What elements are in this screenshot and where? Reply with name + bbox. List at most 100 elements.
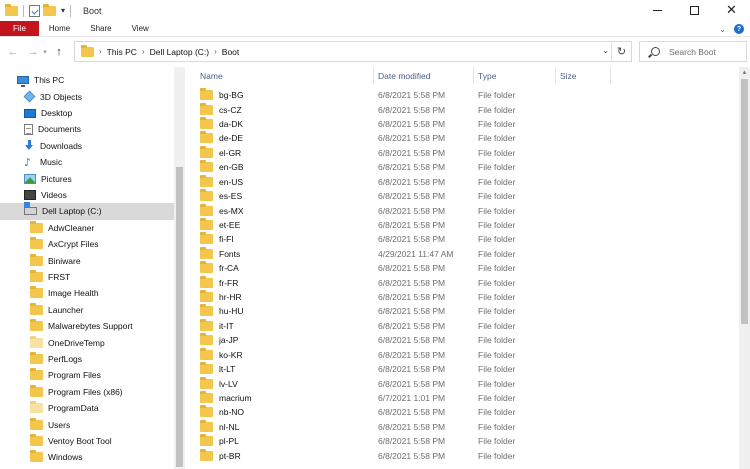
sidebar-item[interactable]: Dell Laptop (C:) bbox=[0, 202, 174, 220]
tab-file[interactable]: File bbox=[0, 21, 39, 36]
file-row[interactable]: es-MX 6/8/2021 5:58 PM File folder bbox=[196, 203, 556, 217]
sidebar-item[interactable]: Launcher bbox=[0, 302, 174, 319]
file-name: de-DE bbox=[200, 131, 243, 145]
folder-icon bbox=[200, 347, 213, 360]
sidebar-item[interactable]: Program Files (x86) bbox=[0, 384, 174, 401]
file-row[interactable]: ja-JP 6/8/2021 5:58 PM File folder bbox=[196, 333, 556, 347]
back-button[interactable]: ← bbox=[6, 42, 20, 62]
column-header-type[interactable]: Type bbox=[473, 67, 555, 84]
column-header-name[interactable]: Name bbox=[195, 67, 373, 84]
file-date: 6/8/2021 5:58 PM bbox=[378, 277, 446, 288]
tab-view[interactable]: View bbox=[122, 21, 159, 36]
sidebar-item[interactable]: FRST bbox=[0, 269, 174, 286]
file-row[interactable]: et-EE 6/8/2021 5:58 PM File folder bbox=[196, 217, 556, 232]
breadcrumb-drive[interactable]: Dell Laptop (C:) bbox=[150, 47, 210, 57]
file-row[interactable]: nl-NL 6/8/2021 5:58 PM File folder bbox=[196, 419, 556, 434]
close-button[interactable]: ✕ bbox=[713, 0, 750, 21]
sidebar-item[interactable]: Desktop bbox=[0, 105, 174, 122]
refresh-button[interactable]: ↻ bbox=[611, 42, 631, 61]
search-box[interactable]: Search Boot bbox=[639, 41, 747, 62]
file-list-scrollbar[interactable]: ▲ bbox=[739, 67, 750, 469]
file-row[interactable]: pt-BR 6/8/2021 5:58 PM File folder bbox=[196, 448, 556, 463]
sidebar-item[interactable]: Documents bbox=[0, 121, 174, 138]
tab-share[interactable]: Share bbox=[80, 21, 121, 36]
breadcrumb-boot[interactable]: Boot bbox=[222, 47, 240, 57]
file-row[interactable]: hu-HU 6/8/2021 5:58 PM File folder bbox=[196, 304, 556, 318]
recent-locations-button[interactable]: ▾ bbox=[40, 42, 50, 62]
properties-icon[interactable] bbox=[29, 4, 40, 17]
sidebar-item-label: AxCrypt Files bbox=[48, 239, 99, 250]
file-row[interactable]: fr-CA 6/8/2021 5:58 PM File folder bbox=[196, 261, 556, 275]
sidebar-item[interactable]: Windows bbox=[0, 449, 174, 466]
file-list-scroll-thumb[interactable] bbox=[741, 79, 748, 324]
sidebar-item[interactable]: Biniware bbox=[0, 252, 174, 269]
folder-icon bbox=[200, 304, 213, 317]
file-name-label: macrium bbox=[219, 393, 252, 403]
file-list: ^ Name Date modified Type Size bg-BG 6/8/… bbox=[186, 67, 739, 469]
up-button[interactable]: ↑ bbox=[52, 42, 66, 62]
scroll-up-arrow-icon[interactable]: ▲ bbox=[739, 67, 750, 78]
sidebar-item-label: Pictures bbox=[41, 173, 72, 184]
expand-ribbon-chevron-icon[interactable]: ⌄ bbox=[719, 25, 726, 34]
sidebar-item[interactable]: Program Files bbox=[0, 367, 174, 384]
nav-pane-scroll-thumb[interactable] bbox=[176, 167, 183, 467]
column-divider[interactable] bbox=[610, 67, 611, 84]
breadcrumb-separator-icon[interactable]: › bbox=[99, 47, 102, 56]
breadcrumb-separator-icon[interactable]: › bbox=[142, 47, 145, 56]
file-row[interactable]: bg-BG 6/8/2021 5:58 PM File folder bbox=[196, 88, 556, 102]
file-row[interactable]: en-GB 6/8/2021 5:58 PM File folder bbox=[196, 160, 556, 174]
sidebar-item[interactable]: Videos bbox=[0, 187, 174, 204]
sidebar-item[interactable]: AxCrypt Files bbox=[0, 236, 174, 253]
sidebar-item[interactable]: OneDriveTemp bbox=[0, 334, 174, 351]
breadcrumb-separator-icon[interactable]: › bbox=[214, 47, 217, 56]
file-row[interactable]: lt-LT 6/8/2021 5:58 PM File folder bbox=[196, 362, 556, 376]
file-row[interactable]: da-DK 6/8/2021 5:58 PM File folder bbox=[196, 117, 556, 131]
file-row[interactable]: cs-CZ 6/8/2021 5:58 PM File folder bbox=[196, 102, 556, 116]
ribbon-tabs: File Home Share View ⌄ ? bbox=[0, 21, 750, 37]
address-bar[interactable]: › This PC › Dell Laptop (C:) › Boot ⌄ ↻ bbox=[74, 41, 632, 62]
file-row[interactable]: en-US 6/8/2021 5:58 PM File folder bbox=[196, 174, 556, 189]
minimize-button[interactable] bbox=[639, 0, 676, 21]
file-row[interactable]: Fonts 4/29/2021 11:47 AM File folder bbox=[196, 246, 556, 261]
sidebar-item[interactable]: ProgramData bbox=[0, 400, 174, 417]
file-name: lt-LT bbox=[200, 362, 235, 376]
forward-button[interactable]: → bbox=[26, 42, 40, 62]
customize-toolbar-arrow-icon[interactable]: ▾ bbox=[61, 6, 65, 15]
drive-icon bbox=[24, 202, 37, 216]
column-header-date[interactable]: Date modified bbox=[373, 67, 473, 84]
file-row[interactable]: it-IT 6/8/2021 5:58 PM File folder bbox=[196, 318, 556, 333]
file-row[interactable]: hr-HR 6/8/2021 5:58 PM File folder bbox=[196, 290, 556, 304]
file-row[interactable]: de-DE 6/8/2021 5:58 PM File folder bbox=[196, 131, 556, 145]
file-row[interactable]: lv-LV 6/8/2021 5:58 PM File folder bbox=[196, 376, 556, 390]
sidebar-item[interactable]: Users bbox=[0, 416, 174, 433]
maximize-button[interactable] bbox=[676, 0, 713, 21]
tab-home[interactable]: Home bbox=[39, 21, 80, 36]
sidebar-item[interactable]: AdwCleaner bbox=[0, 220, 174, 237]
sidebar-item[interactable]: Image Health bbox=[0, 285, 174, 302]
file-row[interactable]: fr-FR 6/8/2021 5:58 PM File folder bbox=[196, 275, 556, 289]
column-header-size[interactable]: Size bbox=[555, 67, 610, 84]
new-folder-icon[interactable] bbox=[43, 3, 56, 16]
sidebar-item[interactable]: PerfLogs bbox=[0, 351, 174, 368]
sidebar-item[interactable]: 3D Objects bbox=[0, 88, 174, 105]
address-history-chevron-icon[interactable]: ⌄ bbox=[602, 46, 609, 55]
nav-pane-scrollbar[interactable] bbox=[174, 67, 185, 469]
file-row[interactable]: fi-FI 6/8/2021 5:58 PM File folder bbox=[196, 232, 556, 246]
window-folder-icon bbox=[5, 3, 18, 16]
sidebar-item[interactable]: Ventoy Boot Tool bbox=[0, 433, 174, 450]
sidebar-item[interactable]: ♪ Music bbox=[0, 154, 174, 171]
pale-folder-icon bbox=[30, 401, 43, 414]
sidebar-item[interactable]: Downloads bbox=[0, 138, 174, 155]
file-row[interactable]: macrium 6/7/2021 1:01 PM File folder bbox=[196, 391, 556, 405]
sidebar-item[interactable]: Pictures bbox=[0, 170, 174, 187]
breadcrumb-this-pc[interactable]: This PC bbox=[107, 47, 137, 57]
file-row[interactable]: el-GR 6/8/2021 5:58 PM File folder bbox=[196, 145, 556, 160]
file-row[interactable]: nb-NO 6/8/2021 5:58 PM File folder bbox=[196, 405, 556, 419]
file-row[interactable]: ko-KR 6/8/2021 5:58 PM File folder bbox=[196, 347, 556, 362]
sidebar-item[interactable]: Malwarebytes Support bbox=[0, 318, 174, 335]
sidebar-item[interactable]: This PC bbox=[0, 72, 174, 89]
file-row[interactable]: pl-PL 6/8/2021 5:58 PM File folder bbox=[196, 434, 556, 448]
file-row[interactable]: es-ES 6/8/2021 5:58 PM File folder bbox=[196, 189, 556, 203]
help-icon[interactable]: ? bbox=[734, 24, 744, 34]
search-input[interactable]: Search Boot bbox=[669, 47, 716, 57]
